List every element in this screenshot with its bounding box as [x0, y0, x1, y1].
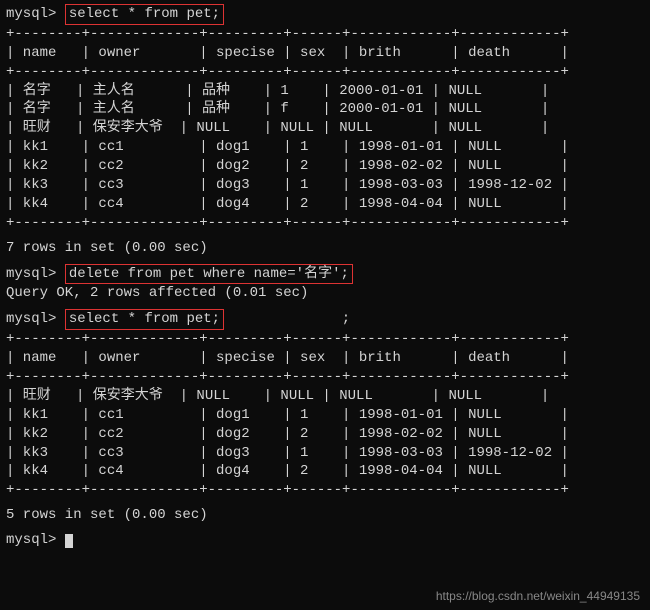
table2-border-mid: +--------+-------------+---------+------… [6, 368, 644, 387]
table2-row: | kk3 | cc3 | dog3 | 1 | 1998-03-03 | 19… [6, 444, 644, 463]
table1-row: | kk4 | cc4 | dog4 | 2 | 1998-04-04 | NU… [6, 195, 644, 214]
table1-border-mid: +--------+-------------+---------+------… [6, 63, 644, 82]
result-2: Query OK, 2 rows affected (0.01 sec) [6, 284, 644, 303]
result-3: 5 rows in set (0.00 sec) [6, 506, 644, 525]
table2-border-top: +--------+-------------+---------+------… [6, 330, 644, 349]
table2-row: | 旺财 | 保安李大爷 | NULL | NULL | NULL | NULL… [6, 387, 644, 406]
table1-row: | 旺财 | 保安李大爷 | NULL | NULL | NULL | NULL… [6, 119, 644, 138]
mysql-prompt: mysql> [6, 532, 56, 548]
table2-row: | kk1 | cc1 | dog1 | 1 | 1998-01-01 | NU… [6, 406, 644, 425]
table1-row: | kk3 | cc3 | dog3 | 1 | 1998-03-03 | 19… [6, 176, 644, 195]
table2-header: | name | owner | specise | sex | brith |… [6, 349, 644, 368]
query-line-4[interactable]: mysql> [6, 531, 644, 550]
query-1-highlight: select * from pet; [65, 4, 224, 25]
table1-row: | kk2 | cc2 | dog2 | 2 | 1998-02-02 | NU… [6, 157, 644, 176]
query-line-2: mysql> delete from pet where name='名字'; [6, 264, 644, 285]
table1-border-top: +--------+-------------+---------+------… [6, 25, 644, 44]
query-2-highlight: delete from pet where name='名字'; [65, 264, 353, 285]
query-3-highlight: select * from pet; [65, 309, 224, 330]
table1-row: | 名字 | 主人名 | 品种 | f | 2000-01-01 | NULL … [6, 100, 644, 119]
mysql-prompt: mysql> [6, 311, 56, 327]
query-line-1: mysql> select * from pet; [6, 4, 644, 25]
result-1: 7 rows in set (0.00 sec) [6, 239, 644, 258]
mysql-prompt: mysql> [6, 266, 56, 282]
table1-border-bot: +--------+-------------+---------+------… [6, 214, 644, 233]
table1-row: | kk1 | cc1 | dog1 | 1 | 1998-01-01 | NU… [6, 138, 644, 157]
table1-header: | name | owner | specise | sex | brith |… [6, 44, 644, 63]
table2-row: | kk4 | cc4 | dog4 | 2 | 1998-04-04 | NU… [6, 462, 644, 481]
trailing-semicolon: ; [342, 311, 350, 327]
cursor-icon [65, 534, 73, 548]
table2-border-bot: +--------+-------------+---------+------… [6, 481, 644, 500]
query-line-3: mysql> select * from pet; ; [6, 309, 644, 330]
mysql-prompt: mysql> [6, 6, 56, 22]
watermark-link: https://blog.csdn.net/weixin_44949135 [436, 588, 640, 604]
table1-row: | 名字 | 主人名 | 品种 | 1 | 2000-01-01 | NULL … [6, 82, 644, 101]
table2-row: | kk2 | cc2 | dog2 | 2 | 1998-02-02 | NU… [6, 425, 644, 444]
